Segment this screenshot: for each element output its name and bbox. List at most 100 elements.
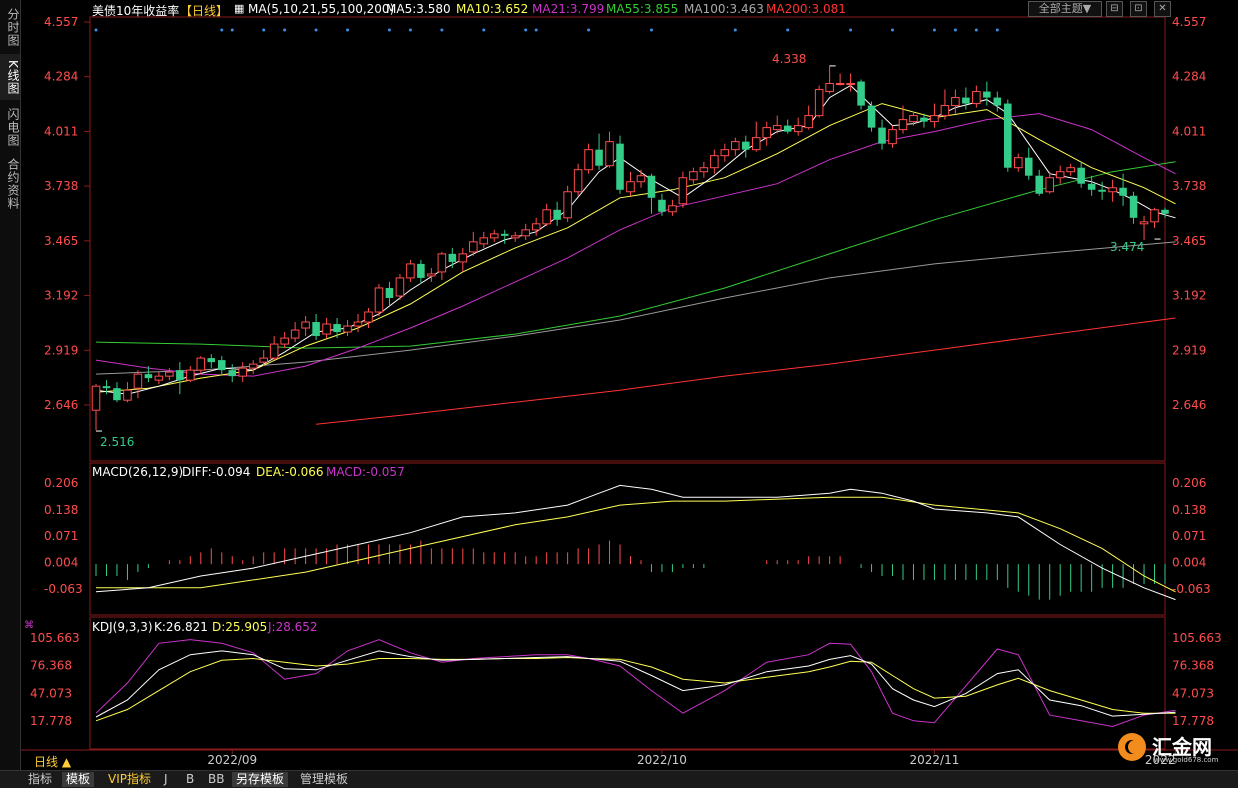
candle-body <box>553 209 561 220</box>
candle <box>374 283 384 317</box>
candle <box>867 101 876 132</box>
candle-body <box>238 367 247 377</box>
kdj-title: KDJ(9,3,3) <box>92 620 153 634</box>
candle <box>301 316 310 337</box>
candle-body <box>983 91 991 98</box>
marker-dot-8 <box>408 28 412 32</box>
kdj-tick-right-1: 76.368 <box>1172 659 1214 673</box>
macd-title: MACD(26,12,9) <box>92 465 184 479</box>
tab-contract-info[interactable]: 合约资料 <box>0 154 20 214</box>
tab-kline[interactable]: K线图 <box>0 54 20 100</box>
candle-body <box>783 125 792 132</box>
price-tick-left-0: 4.557 <box>44 15 78 29</box>
marker-dot-14 <box>649 28 653 32</box>
kdj-j-line <box>95 639 1176 728</box>
marker-dot-6 <box>346 28 350 32</box>
candle <box>616 135 624 194</box>
candle <box>636 169 646 188</box>
tab-flash[interactable]: 闪电图 <box>0 104 20 150</box>
candle-body <box>269 343 279 359</box>
restore-icon[interactable]: ⊡ <box>1130 1 1147 17</box>
candle <box>154 372 164 385</box>
candle-body <box>364 311 373 323</box>
candle <box>563 185 572 222</box>
tab-timeshare[interactable]: 分时图 <box>0 4 20 50</box>
candle <box>1108 179 1117 202</box>
candle-body <box>962 97 970 104</box>
candle-body <box>742 141 750 150</box>
candle-body <box>406 263 415 279</box>
candle-body <box>510 235 520 239</box>
candle <box>1045 171 1054 194</box>
candle-body <box>762 127 772 139</box>
ma-settings-icon[interactable]: ▦ <box>234 2 244 15</box>
candle-body <box>930 115 939 123</box>
tab-j[interactable]: J <box>160 772 172 787</box>
tab-save-template[interactable]: 另存模板 <box>232 772 289 787</box>
chart-canvas[interactable]: 4.557 4.557 4.284 4.284 4.011 4.011 3.738 3.738… <box>0 0 1238 770</box>
candle <box>1150 207 1159 228</box>
macd-tick-left-1: 0.138 <box>44 503 78 517</box>
candle-body <box>1004 103 1012 168</box>
candle-body <box>312 322 320 337</box>
tab-templates[interactable]: 模板 <box>62 772 95 787</box>
close-icon[interactable]: ✕ <box>1154 1 1171 17</box>
candle-body <box>793 125 803 133</box>
candle <box>720 143 730 162</box>
candle <box>437 251 447 280</box>
candle <box>972 85 981 108</box>
kdj-tick-left-0: 105.663 <box>30 631 80 645</box>
ma10-line <box>95 103 1176 393</box>
candle-body <box>699 167 709 173</box>
candle <box>448 247 457 268</box>
price-tick-left-2: 4.011 <box>44 124 78 138</box>
price-tick-left-4: 3.465 <box>44 234 78 248</box>
candle-body <box>500 233 509 236</box>
candle-body <box>710 155 719 169</box>
marker-dot-19 <box>932 28 936 32</box>
candle-body <box>898 119 908 131</box>
candle-body <box>1066 167 1075 173</box>
candle <box>500 229 509 244</box>
candle-body <box>689 171 698 181</box>
candle-body <box>595 149 603 166</box>
macd-panel-frame <box>89 462 1166 616</box>
marker-dot-22 <box>995 28 999 32</box>
candle-body <box>867 105 876 128</box>
tab-manage-templates[interactable]: 管理模板 <box>296 772 352 787</box>
marker-dot-10 <box>482 28 486 32</box>
candle <box>962 87 970 110</box>
candle-body <box>479 237 489 245</box>
marker-dot-7 <box>387 28 391 32</box>
marker-dot-15 <box>733 28 737 32</box>
logo-url: www.gold678.com <box>1154 756 1219 764</box>
dea-line <box>96 496 1176 593</box>
price-tick-right-0: 4.557 <box>1172 15 1206 29</box>
candle-body <box>1024 157 1033 176</box>
candle <box>280 332 289 349</box>
theme-dropdown[interactable]: 全部主题▼ <box>1028 1 1102 17</box>
candle-body <box>144 374 153 379</box>
marker-dot-1 <box>220 28 224 32</box>
candle-body <box>176 370 184 381</box>
candle <box>1004 99 1012 172</box>
candle-body <box>1045 177 1054 193</box>
tab-bb[interactable]: BB <box>204 772 228 787</box>
candle <box>113 382 121 403</box>
period-selector[interactable]: 日线 ▲ <box>34 753 71 770</box>
candle-body <box>353 321 363 327</box>
price-tick-left-1: 4.284 <box>44 70 78 84</box>
candle-body <box>458 253 468 263</box>
tab-indicators[interactable]: 指标 <box>24 772 56 787</box>
minimize-icon[interactable]: ⊟ <box>1106 1 1123 17</box>
candle-body <box>186 369 195 381</box>
candle-body <box>280 337 289 345</box>
candle <box>248 360 258 375</box>
candle-body <box>636 175 646 183</box>
kdj-settings-icon[interactable]: ⌘ <box>24 620 34 631</box>
tab-b[interactable]: B <box>182 772 198 787</box>
candle <box>825 65 834 94</box>
candle <box>678 171 688 208</box>
candle-body <box>878 127 886 144</box>
tab-vip-indicators[interactable]: VIP指标 <box>104 772 155 787</box>
